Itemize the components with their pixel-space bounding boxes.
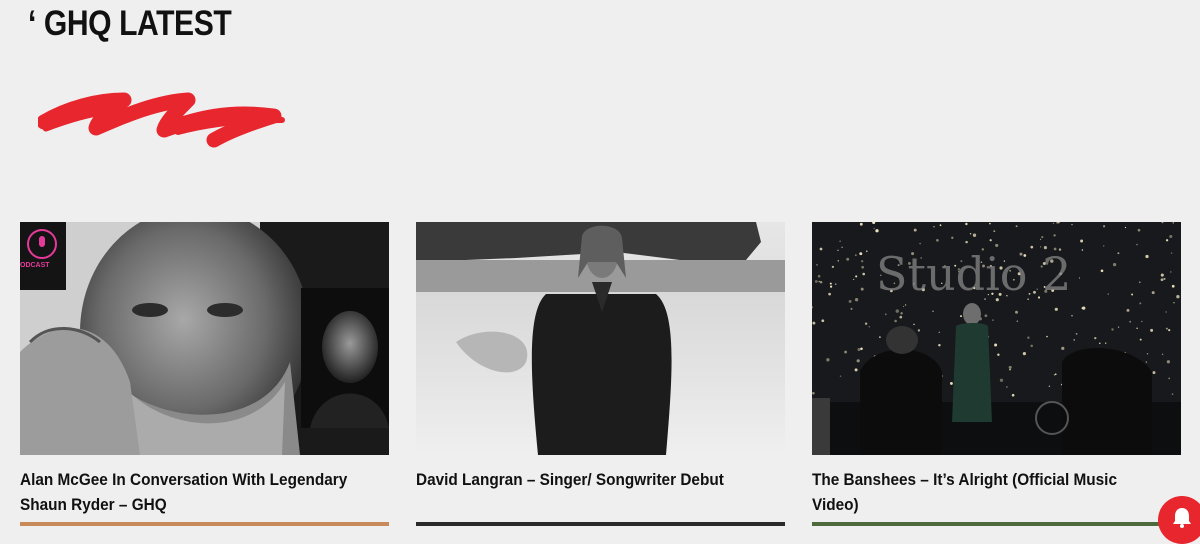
post-thumbnail[interactable]: ODCAST <box>20 222 389 455</box>
post-title[interactable]: David Langran – Singer/ Songwriter Debut <box>416 468 759 493</box>
post-title[interactable]: The Banshees – It’s Alright (Official Mu… <box>812 468 1155 518</box>
notification-bell-button[interactable] <box>1158 496 1200 544</box>
podcast-badge-text: ODCAST <box>20 262 50 269</box>
post-card[interactable]: Studio 2 The Banshees – It’s Alright (Of… <box>812 222 1181 526</box>
section-title: ‘ GHQ LATEST <box>28 4 232 43</box>
post-thumbnail[interactable]: Studio 2 <box>812 222 1181 455</box>
notification-bell-icon <box>1173 508 1191 528</box>
post-title[interactable]: Alan McGee In Conversation With Legendar… <box>20 468 363 518</box>
red-squiggle-icon <box>38 92 285 148</box>
podcast-badge: ODCAST <box>20 222 66 290</box>
post-card[interactable]: ODCAST Alan McGee In Conversation With L… <box>20 222 389 526</box>
post-card[interactable]: David Langran – Singer/ Songwriter Debut <box>416 222 785 526</box>
studio-sign-text: Studio 2 <box>876 247 1071 301</box>
post-thumbnail[interactable] <box>416 222 785 455</box>
